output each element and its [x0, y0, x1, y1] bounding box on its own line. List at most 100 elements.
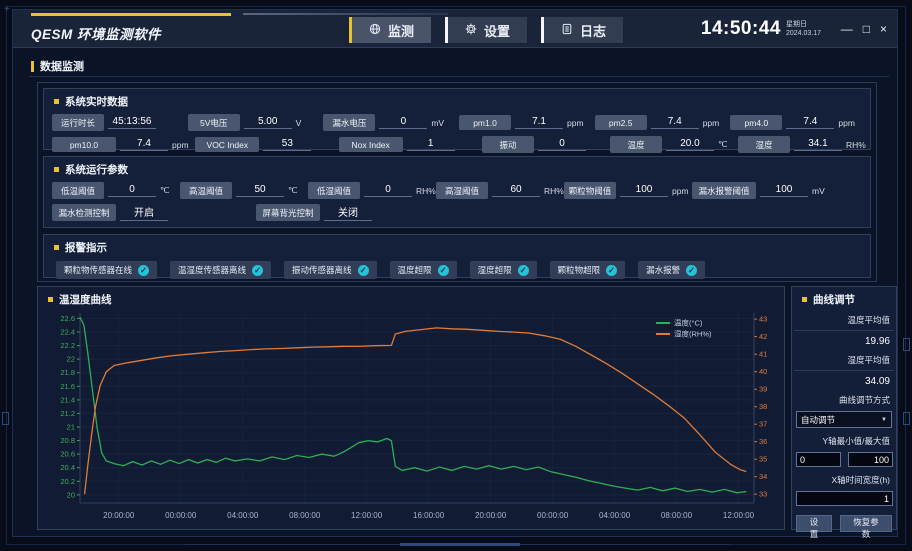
bottom-deco-segment [400, 543, 520, 546]
svg-text:35: 35 [759, 455, 767, 464]
right-edge-deco [903, 412, 910, 425]
svg-text:34: 34 [759, 472, 767, 481]
field-value: 7.1 [515, 116, 564, 129]
field-label: 运行时长 [52, 114, 104, 131]
y-range-inputs [796, 452, 893, 467]
curve-adjust-panel: 曲线调节 温度平均值 19.96 湿度平均值 34.09 曲线调节方式 自动调节… [791, 286, 897, 539]
field-value: 1 [406, 138, 455, 151]
maximize-button[interactable]: □ [863, 22, 870, 36]
field-unit: ℃ [288, 185, 298, 195]
tab-label: 监测 [388, 23, 415, 39]
check-icon: ✓ [138, 264, 150, 276]
data-field: 高温阈值 50 ℃ [180, 182, 308, 199]
field-label: 低温阈值 [52, 182, 104, 199]
svg-text:08:00:00: 08:00:00 [661, 511, 693, 520]
svg-text:20.8: 20.8 [60, 436, 75, 445]
minimize-button[interactable]: — [841, 22, 853, 36]
svg-text:16:00:00: 16:00:00 [413, 511, 445, 520]
panel-title-dot [54, 167, 59, 172]
curve-mode-select[interactable]: 自动调节 ▼ [796, 411, 892, 428]
svg-text:21.8: 21.8 [60, 368, 75, 377]
tab-logs[interactable]: 日志 [541, 17, 624, 43]
time-display: 14:50:44 [700, 18, 781, 39]
set-button[interactable]: 设置 [796, 515, 832, 539]
svg-text:40: 40 [759, 367, 767, 376]
alarm-badge: 温度超限 ✓ [389, 261, 457, 279]
y-min-input[interactable] [796, 452, 841, 467]
data-field: 高湿阈值 60 RH% [436, 182, 564, 199]
adjust-buttons: 设置 恢复参数 [796, 515, 892, 539]
y-max-input[interactable] [848, 452, 893, 467]
curve-mode-label: 曲线调节方式 [838, 395, 890, 405]
svg-text:21.2: 21.2 [60, 409, 75, 418]
tab-monitor[interactable]: 监测 [349, 17, 432, 43]
app-window: + QESM 环境监测软件 监测 设置 日志 14:50:44 星期日 2024.0… [0, 0, 912, 551]
svg-text:43: 43 [759, 315, 767, 324]
field-unit: ppm [172, 139, 189, 150]
alarm-badge: 湿度超限 ✓ [469, 261, 537, 279]
field-value: 45:13:56 [108, 116, 156, 129]
field-label: pm1.0 [459, 115, 512, 130]
params-row-1: 低温阈值 0 ℃ 高温阈值 50 ℃ 低湿阈值 0 RH% 高湿阈值 60 RH% 颗粒物阈值 100 pp… [44, 177, 870, 199]
alarm-badges: 颗粒物传感器在线 ✓ 温湿度传感器离线 ✓ 振动传感器离线 ✓ 温度超限 ✓ 湿度超限 ✓ 颗粒物超… [44, 255, 870, 279]
restore-params-button[interactable]: 恢复参数 [840, 515, 892, 539]
date-label: 2024.03.17 [785, 30, 821, 37]
field-value: 开启 [120, 204, 168, 221]
app-title: QESM 环境监测软件 [31, 27, 162, 42]
weekday-label: 星期日 [785, 21, 807, 28]
section-divider [29, 76, 889, 77]
tab-bar: 监测 设置 日志 [349, 17, 624, 43]
field-unit: mV [812, 185, 825, 196]
alarm-badge-label: 颗粒物超限 [557, 265, 601, 275]
panel-title: 报警指示 [44, 235, 870, 255]
data-field: 5V电压 5.00 V [187, 114, 324, 131]
window-controls: — □ × [841, 22, 887, 36]
data-field: 屏幕背光控制 关闭 [256, 204, 460, 221]
field-label: 温度 [609, 136, 662, 153]
tab-settings[interactable]: 设置 [445, 17, 528, 43]
gear-icon [465, 23, 477, 38]
svg-text:20.2: 20.2 [60, 477, 75, 486]
field-unit: RH% [416, 185, 436, 196]
data-field: pm10.0 7.4 ppm [52, 136, 195, 153]
field-label: 颗粒物阈值 [564, 182, 616, 199]
svg-text:37: 37 [759, 420, 767, 429]
data-field: VOC Index 53 [195, 136, 338, 153]
realtime-data-panel: 系统实时数据 运行时长 45:13:56 5V电压 5.00 V 漏水电压 0 mV pm1.0… [43, 88, 871, 153]
svg-text:39: 39 [759, 385, 767, 394]
log-icon [561, 23, 573, 38]
field-unit: ℃ [160, 185, 170, 195]
panel-title: 系统实时数据 [44, 89, 870, 109]
field-label: pm10.0 [52, 137, 116, 152]
section-title: 数据监测 [31, 58, 84, 74]
params-row-2: 漏水检测控制 开启 屏幕背光控制 关闭 [44, 199, 870, 221]
close-button[interactable]: × [880, 22, 887, 36]
field-value: 7.4 [786, 116, 835, 129]
svg-text:22: 22 [67, 355, 75, 364]
alarm-badge: 颗粒物超限 ✓ [549, 261, 626, 279]
field-label: 高湿阈值 [436, 182, 488, 199]
realtime-row-2: pm10.0 7.4 ppm VOC Index 53 Nox Index 1 振动 0 温度 20… [44, 131, 870, 153]
field-unit: ppm [702, 117, 720, 128]
data-field: pm4.0 7.4 ppm [730, 114, 866, 131]
alarm-badge-label: 颗粒物传感器在线 [64, 265, 133, 275]
svg-text:21.4: 21.4 [60, 395, 75, 404]
field-label: 振动 [481, 136, 534, 153]
header-deco-line [243, 13, 448, 15]
data-field: 低湿阈值 0 RH% [308, 182, 436, 199]
data-field: 低温阈值 0 ℃ [52, 182, 180, 199]
corner-mark: + [4, 4, 10, 15]
field-unit: V [295, 117, 302, 128]
data-field: 运行时长 45:13:56 [52, 114, 188, 131]
chart-panel: 温湿度曲线 20:00:00 00:00:00 04:00:00 08:00:00 12… [37, 286, 785, 530]
svg-text:08:00:00: 08:00:00 [289, 511, 321, 520]
globe-icon [369, 23, 381, 38]
svg-text:41: 41 [759, 350, 767, 359]
realtime-row-1: 运行时长 45:13:56 5V电压 5.00 V 漏水电压 0 mV pm1.0 7.1 ppm p… [44, 109, 870, 131]
svg-text:21: 21 [67, 423, 75, 432]
section-accent-bar [31, 60, 34, 72]
x-width-input[interactable] [796, 491, 893, 506]
tab-label: 设置 [484, 23, 511, 39]
svg-text:温度(°C): 温度(°C) [674, 318, 703, 328]
svg-text:12:00:00: 12:00:00 [351, 511, 383, 520]
